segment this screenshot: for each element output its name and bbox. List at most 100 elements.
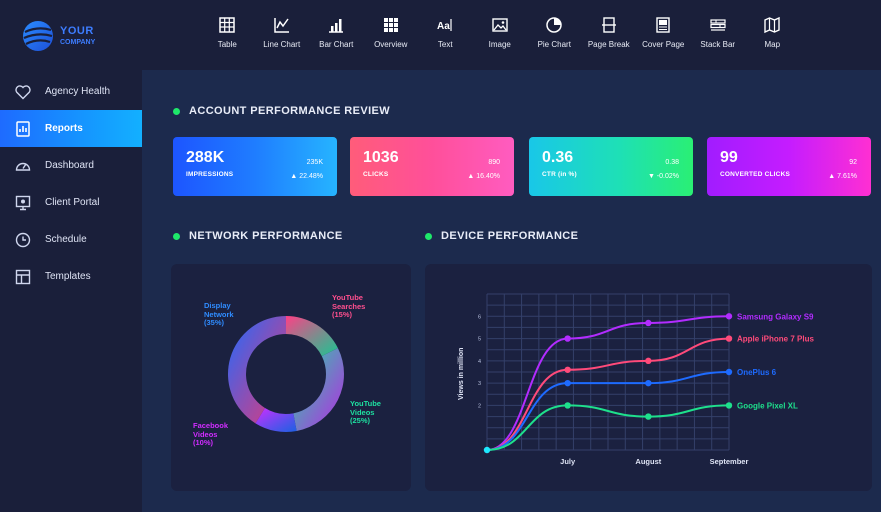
y-tick-label: 3 xyxy=(478,381,481,387)
label-line: (15%) xyxy=(332,310,353,320)
sidebar-item-label: Reports xyxy=(45,123,83,134)
y-axis-label: Views in million xyxy=(458,348,465,400)
data-point[interactable] xyxy=(645,379,652,387)
brand-line1: YOUR xyxy=(60,25,94,37)
line-chart-icon xyxy=(274,18,289,33)
legend-label: OnePlus 6 xyxy=(737,368,777,377)
label-line: (35%) xyxy=(204,318,225,328)
top-toolbar: YOUR COMPANY Table Line Chart Bar Chart … xyxy=(0,0,881,70)
y-tick-label: 5 xyxy=(478,337,481,343)
sidebar-item-templates[interactable]: Templates xyxy=(0,258,142,295)
device-line-chart: 2 3 4 5 6 Views in million July August September… xyxy=(458,293,814,466)
donut-label-yt-searches: YouTube Searches (15%) xyxy=(332,293,365,320)
data-point[interactable] xyxy=(725,368,733,376)
y-tick-label: 4 xyxy=(478,359,481,365)
tool-image[interactable]: Image xyxy=(473,16,528,56)
tool-cover-page[interactable]: Cover Page xyxy=(636,16,691,56)
image-icon xyxy=(492,18,508,32)
globe-logo-icon xyxy=(23,21,53,51)
tool-bar-chart[interactable]: Bar Chart xyxy=(309,16,364,56)
legend-label: Google Pixel XL xyxy=(737,401,798,410)
data-point[interactable] xyxy=(725,335,733,342)
sidebar-item-label: Agency Health xyxy=(45,86,111,97)
report-icon xyxy=(16,120,30,137)
sidebar-item-label: Templates xyxy=(45,271,91,282)
kpi-card-impressions[interactable]: 288K IMPRESSIONS 235K ▲ 22.48% xyxy=(173,137,337,196)
donut-slice-youtube-videos[interactable] xyxy=(293,348,344,432)
data-point[interactable] xyxy=(725,313,733,320)
x-tick-label: August xyxy=(635,457,661,466)
tool-label: Overview xyxy=(374,40,408,49)
data-point[interactable] xyxy=(564,335,571,342)
data-point[interactable] xyxy=(564,379,571,387)
sidebar-item-agency-health[interactable]: Agency Health xyxy=(0,73,142,110)
map-icon xyxy=(764,16,780,34)
data-point[interactable] xyxy=(725,402,733,409)
kpi-change: ▲ 22.48% xyxy=(290,173,323,180)
sidebar-item-label: Dashboard xyxy=(45,160,94,171)
sidebar-item-schedule[interactable]: Schedule xyxy=(0,221,142,258)
kpi-card-clicks[interactable]: 1036 CLICKS 890 ▲ 16.40% xyxy=(350,137,514,196)
toolbar-widgets: Table Line Chart Bar Chart Overview Aa T… xyxy=(200,16,800,56)
cover-page-icon xyxy=(656,17,670,33)
kpi-value: 288K xyxy=(186,149,225,166)
data-point[interactable] xyxy=(645,319,652,327)
network-section-title: NETWORK PERFORMANCE xyxy=(173,230,343,242)
legend-label: Samsung Galaxy S9 xyxy=(737,312,814,321)
brand-line2: COMPANY xyxy=(60,39,96,46)
status-dot xyxy=(173,107,180,115)
tool-label: Image xyxy=(488,40,511,49)
sidebar-item-dashboard[interactable]: Dashboard xyxy=(0,147,142,184)
network-performance-panel: Display Network (35%) YouTube Searches (… xyxy=(171,264,411,491)
kpi-change: ▼ -0.02% xyxy=(647,173,679,180)
kpi-value: 99 xyxy=(720,149,738,166)
tool-map[interactable]: Map xyxy=(745,16,800,56)
pie-chart-icon xyxy=(546,17,562,33)
tool-table[interactable]: Table xyxy=(200,16,255,56)
kpi-value: 1036 xyxy=(363,149,399,166)
sidebar-item-client-portal[interactable]: Client Portal xyxy=(0,184,142,221)
grid-icon xyxy=(383,18,398,32)
kpi-previous: 92 xyxy=(849,159,857,166)
kpi-card-converted-clicks[interactable]: 99 CONVERTED CLICKS 92 ▲ 7.61% xyxy=(707,137,871,196)
kpi-card-ctr[interactable]: 0.36 CTR (in %) 0.38 ▼ -0.02% xyxy=(529,137,693,196)
tool-label: Cover Page xyxy=(642,40,685,49)
tool-label: Table xyxy=(217,40,237,49)
template-icon xyxy=(15,269,31,284)
text-icon: Aa xyxy=(437,19,452,32)
sidebar: Agency Health Reports Dashboard Client P… xyxy=(0,70,142,512)
tool-label: Stack Bar xyxy=(700,40,736,49)
data-point[interactable] xyxy=(564,402,571,409)
sidebar-item-reports[interactable]: Reports xyxy=(0,110,142,147)
tool-overview[interactable]: Overview xyxy=(364,16,419,56)
donut-label-display: Display Network (35%) xyxy=(204,301,234,328)
section-title-text: NETWORK PERFORMANCE xyxy=(189,230,343,242)
donut-slice-youtube-searches[interactable] xyxy=(286,316,338,357)
account-section-title: ACCOUNT PERFORMANCE REVIEW xyxy=(173,105,390,117)
x-tick-label: July xyxy=(560,457,576,466)
page-break-icon xyxy=(601,17,616,33)
company-logo[interactable]: YOUR COMPANY xyxy=(22,19,122,53)
label-line: (10%) xyxy=(193,438,214,448)
tool-line-chart[interactable]: Line Chart xyxy=(255,16,310,56)
monitor-icon xyxy=(15,195,31,210)
kpi-change: ▲ 7.61% xyxy=(828,173,857,180)
kpi-previous: 235K xyxy=(306,159,323,166)
legend-label: Apple iPhone 7 Plus xyxy=(737,335,814,344)
tool-text[interactable]: Aa Text xyxy=(418,16,473,56)
status-dot xyxy=(425,232,432,240)
tool-stack-bar[interactable]: Stack Bar xyxy=(691,16,746,56)
data-point[interactable] xyxy=(645,357,652,365)
network-donut-chart xyxy=(228,316,344,432)
y-tick-label: 2 xyxy=(478,403,481,409)
y-tick-label: 6 xyxy=(478,314,481,320)
donut-slice-display-network[interactable] xyxy=(228,316,286,424)
tool-label: Bar Chart xyxy=(319,40,354,49)
tool-label: Pie Chart xyxy=(537,40,571,49)
device-performance-panel: 2 3 4 5 6 Views in million July August September… xyxy=(425,264,872,491)
tool-page-break[interactable]: Page Break xyxy=(582,16,637,56)
kpi-value: 0.36 xyxy=(542,149,574,166)
data-point[interactable] xyxy=(564,366,571,373)
tool-pie-chart[interactable]: Pie Chart xyxy=(527,16,582,56)
data-point[interactable] xyxy=(645,413,652,420)
